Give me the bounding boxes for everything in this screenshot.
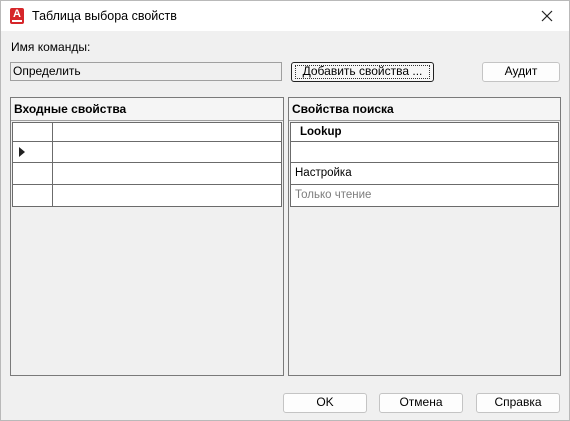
input-property-row[interactable] [12, 185, 282, 207]
lookup-custom-row[interactable]: Настройка [290, 163, 559, 185]
read-only-label: Только чтение [295, 189, 372, 201]
window-title: Таблица выбора свойств [32, 9, 177, 23]
custom-label: Настройка [295, 167, 352, 179]
lookup-read-only-row[interactable]: Только чтение [290, 185, 559, 207]
row-header-cell[interactable] [13, 142, 53, 162]
close-button[interactable] [525, 1, 569, 31]
input-property-row[interactable] [12, 122, 282, 142]
property-lookup-dialog: A Таблица выбора свойств Имя команды: Оп… [0, 0, 570, 421]
title-bar[interactable]: A Таблица выбора свойств [1, 1, 569, 31]
command-name-label: Имя команды: [11, 40, 91, 54]
lookup-column-header[interactable]: Lookup [290, 122, 559, 142]
add-properties-button[interactable]: Добавить свойства ... [291, 62, 434, 82]
command-name-field: Определить [10, 62, 282, 81]
ok-button[interactable]: OK [283, 393, 367, 413]
input-property-row[interactable] [12, 163, 282, 185]
current-row-arrow-icon [19, 147, 25, 157]
row-header-cell[interactable] [13, 163, 53, 184]
input-properties-panel: Входные свойства [10, 97, 284, 376]
help-button[interactable]: Справка [476, 393, 560, 413]
lookup-value-row[interactable] [290, 142, 559, 163]
cancel-button[interactable]: Отмена [379, 393, 463, 413]
input-property-row-current[interactable] [12, 142, 282, 163]
lookup-column-label: Lookup [300, 126, 342, 138]
close-icon [541, 10, 553, 22]
row-header-cell[interactable] [13, 123, 53, 141]
lookup-properties-panel: Свойства поиска Lookup Настройка Только … [288, 97, 561, 376]
input-properties-header: Входные свойства [11, 98, 283, 121]
autocad-app-icon: A [10, 8, 24, 24]
row-header-cell[interactable] [13, 185, 53, 206]
audit-button[interactable]: Аудит [482, 62, 560, 82]
lookup-properties-header: Свойства поиска [289, 98, 560, 121]
